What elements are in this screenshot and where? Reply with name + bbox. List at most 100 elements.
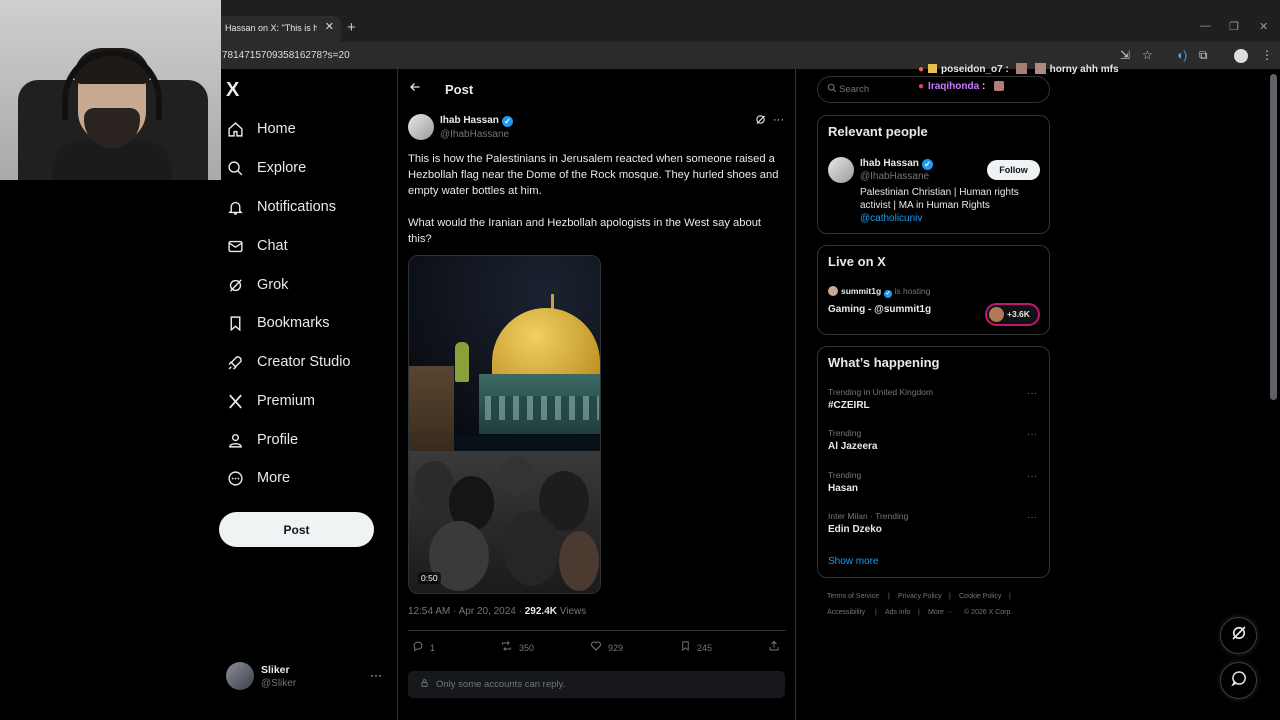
audio-icon[interactable]: ◖) [1176,48,1187,62]
footer-link-privacy[interactable]: Privacy Policy [898,593,942,600]
post-text-paragraph: What would the Iranian and Hezbollah apo… [408,217,762,245]
restore-icon[interactable]: ❐ [1229,20,1239,33]
like-count: 929 [608,642,624,653]
footer-link-ads-info[interactable]: Ads info [885,609,910,616]
browser-menu-icon[interactable]: ⋮ [1261,48,1273,62]
rocket-icon [226,353,244,371]
bookmark-count: 245 [697,642,713,653]
new-tab-button[interactable]: + [347,19,356,36]
nav-bookmarks[interactable]: Bookmarks [226,308,330,338]
live-hosting-label: is hosting [892,286,931,296]
trend-more-icon[interactable]: ··· [1027,471,1037,482]
grok-floating-button[interactable] [1220,617,1257,654]
nav-explore[interactable]: Explore [226,153,306,183]
footer-link-cookies[interactable]: Cookie Policy [959,593,1001,600]
like-button[interactable]: 929 [590,640,623,655]
install-app-icon[interactable]: ⇲ [1120,48,1130,62]
back-arrow-icon[interactable] [409,81,421,96]
repost-button[interactable]: 350 [500,640,534,655]
listener-count: +3.6K [1007,309,1030,319]
footer-separator: | [888,593,890,600]
author-handle[interactable]: @IhabHassane [440,129,509,140]
live-listeners-badge[interactable]: +3.6K [985,303,1040,326]
trend-name: Edin Dzeko [828,524,882,535]
x-logo[interactable]: X [226,79,239,102]
share-button[interactable] [768,640,786,655]
author-avatar[interactable] [408,114,434,140]
follow-button[interactable]: Follow [987,160,1040,180]
trend-more-icon[interactable]: ··· [1027,512,1037,523]
avatar [828,286,838,296]
tab-title: Hassan on X: "This is how t [225,23,317,33]
footer-separator: | [918,609,920,616]
trend-context: Trending [828,428,862,438]
reply-restriction-text: Only some accounts can reply. [436,679,566,690]
page-scrollbar[interactable] [1270,74,1277,400]
close-window-icon[interactable]: ✕ [1259,20,1268,33]
bookmark-icon [226,314,244,332]
relevant-person-name[interactable]: Ihab Hassan ✓ [860,158,933,170]
person-on-wall [455,342,469,382]
search-icon [226,159,244,177]
nav-notifications[interactable]: Notifications [226,192,336,222]
browser-tab[interactable]: Hassan on X: "This is how t ✕ [213,16,341,42]
post-more-icon[interactable]: ··· [773,114,784,126]
timestamp-text: 12:54 AM · Apr 20, 2024 · [408,606,525,617]
badge-icon: ● [918,81,925,92]
url-field[interactable]: 781471570935816278?s=20 [222,50,350,61]
tab-close-icon[interactable]: ✕ [325,20,334,33]
grok-explain-icon[interactable] [755,114,766,128]
messages-floating-button[interactable] [1220,662,1257,699]
footer-link-more[interactable]: More ··· [928,609,953,616]
nav-profile[interactable]: Profile [226,425,298,455]
show-more-link[interactable]: Show more [828,556,879,567]
reply-button[interactable]: 1 [412,640,435,655]
bio-link[interactable]: @catholicuniv [860,213,922,224]
minimize-icon[interactable]: — [1200,20,1211,32]
post-timestamp: 12:54 AM · Apr 20, 2024 · 292.4K Views [408,606,586,617]
chat-message-text: horny ahh mfs [1049,64,1119,75]
bookmark-button[interactable]: 245 [680,640,712,655]
extensions-icon[interactable]: ⧉ [1199,48,1208,63]
trend-context: Trending in United Kingdom [828,387,934,397]
avatar [226,662,254,690]
post-button[interactable]: Post [219,512,374,547]
verified-badge-icon: ✓ [921,159,933,170]
bell-icon [226,198,244,216]
nav-label-explore: Explore [257,160,307,176]
relevant-people-card: Relevant people Ihab Hassan ✓ @IhabHassan… [817,115,1050,234]
reply-icon [412,640,424,655]
nav-chat[interactable]: Chat [226,231,288,261]
nav-premium[interactable]: Premium [226,386,315,416]
nav-home[interactable]: Home [226,114,296,144]
live-stream-title[interactable]: Gaming - @summit1g [828,304,931,315]
nav-more[interactable]: More [226,463,290,493]
chat-username: poseidon_o7 [941,64,1003,75]
chat-message: ● poseidon_o7 : horny ahh mfs [918,63,1119,75]
author-name[interactable]: Ihab Hassan ✓ [440,115,513,127]
person-icon [226,431,244,449]
bookmark-icon [680,640,691,655]
nav-label-bookmarks: Bookmarks [257,315,330,331]
divider [408,630,786,631]
verified-badge-icon: ✓ [884,290,893,298]
bookmark-star-icon[interactable]: ☆ [1142,48,1153,62]
profile-avatar-icon[interactable] [1234,49,1248,63]
account-switcher[interactable]: Sliker @Sliker ··· [226,662,386,692]
nav-grok[interactable]: Grok [226,270,288,300]
relevant-person-handle[interactable]: @IhabHassane [860,171,929,182]
footer-link-terms[interactable]: Terms of Service [827,593,879,600]
views-count: 292.4K [524,606,557,617]
share-icon [768,640,780,655]
video-duration: 0:50 [418,572,441,584]
nav-creator-studio[interactable]: Creator Studio [226,347,351,377]
trend-name: #CZEIRL [828,400,870,411]
repost-count: 350 [519,642,535,653]
post-video[interactable] [408,255,601,594]
account-more-icon[interactable]: ··· [370,668,382,682]
trend-more-icon[interactable]: ··· [1027,388,1037,399]
trend-more-icon[interactable]: ··· [1027,429,1037,440]
avatar[interactable] [828,157,854,183]
footer-link-accessibility[interactable]: Accessibility [827,609,865,616]
live-host[interactable]: summit1g ✓ is hosting [841,286,930,298]
